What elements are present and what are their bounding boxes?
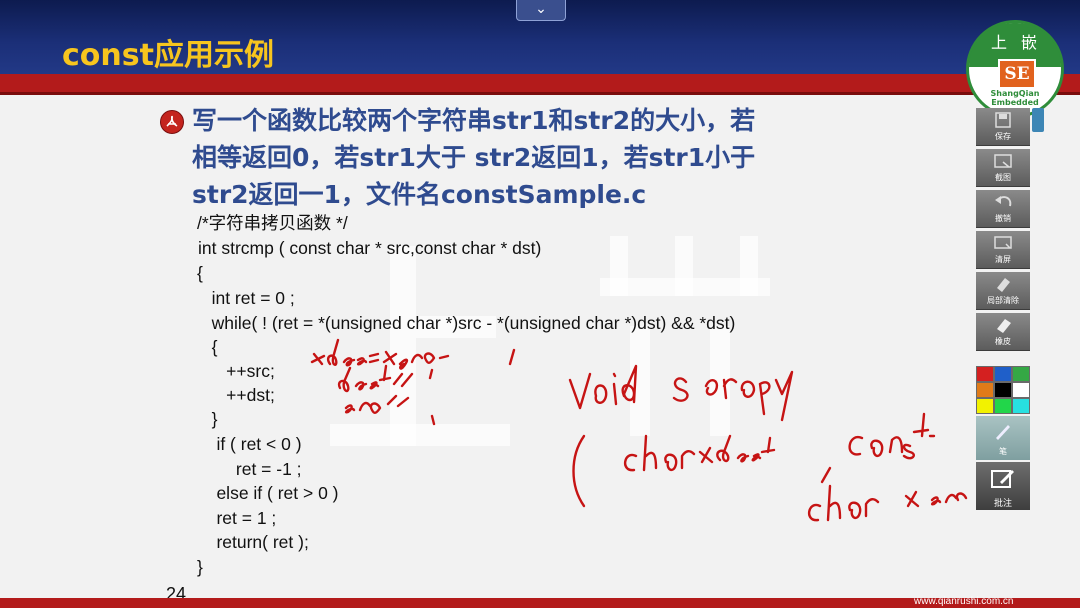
color-palette <box>976 366 1030 414</box>
color-swatch-lime[interactable] <box>995 399 1011 413</box>
color-swatch-red[interactable] <box>977 367 993 381</box>
annotate-icon <box>991 470 1014 488</box>
color-swatch-blue[interactable] <box>995 367 1011 381</box>
eraser-label: 橡皮 <box>995 337 1011 346</box>
clear-screen-button[interactable]: 清屏 <box>976 231 1030 269</box>
pen-label: 笔 <box>999 447 1007 456</box>
pen-icon <box>996 425 1010 440</box>
annotate-label: 批注 <box>993 498 1012 508</box>
clear-screen-icon <box>994 236 1012 249</box>
clear-screen-label: 清屏 <box>995 255 1011 264</box>
color-swatch-cyan[interactable] <box>1013 399 1029 413</box>
handwriting-annotations <box>310 338 968 522</box>
annotate-button[interactable]: 批注 <box>976 462 1030 510</box>
save-label: 保存 <box>995 132 1011 141</box>
save-button[interactable]: 保存 <box>976 108 1030 146</box>
color-swatch-white[interactable] <box>1013 383 1029 397</box>
color-swatch-black[interactable] <box>995 383 1011 397</box>
partial-erase-label: 局部清除 <box>987 296 1019 305</box>
undo-icon <box>995 196 1012 207</box>
footer-url: www.qianrushi.com.cn <box>914 596 1014 607</box>
eraser-icon <box>997 319 1011 333</box>
partial-erase-icon <box>997 278 1010 292</box>
save-icon <box>995 112 1011 128</box>
eraser-button[interactable]: 橡皮 <box>976 313 1030 351</box>
screenshot-icon <box>994 154 1012 168</box>
screenshot-button[interactable]: 截图 <box>976 149 1030 187</box>
color-swatch-yellow[interactable] <box>977 399 993 413</box>
screenshot-label: 截图 <box>995 173 1011 182</box>
undo-label: 撤销 <box>995 214 1011 223</box>
pen-button[interactable]: 笔 <box>976 416 1030 460</box>
color-swatch-orange[interactable] <box>977 383 993 397</box>
partial-erase-button[interactable]: 局部清除 <box>976 272 1030 310</box>
undo-button[interactable]: 撤销 <box>976 190 1030 228</box>
annotation-toolbar: 保存 截图 撤销 清屏 局部清除 橡皮 笔 批注 <box>976 108 1030 512</box>
color-swatch-green[interactable] <box>1013 367 1029 381</box>
toolbar-side-tab[interactable] <box>1032 108 1044 132</box>
